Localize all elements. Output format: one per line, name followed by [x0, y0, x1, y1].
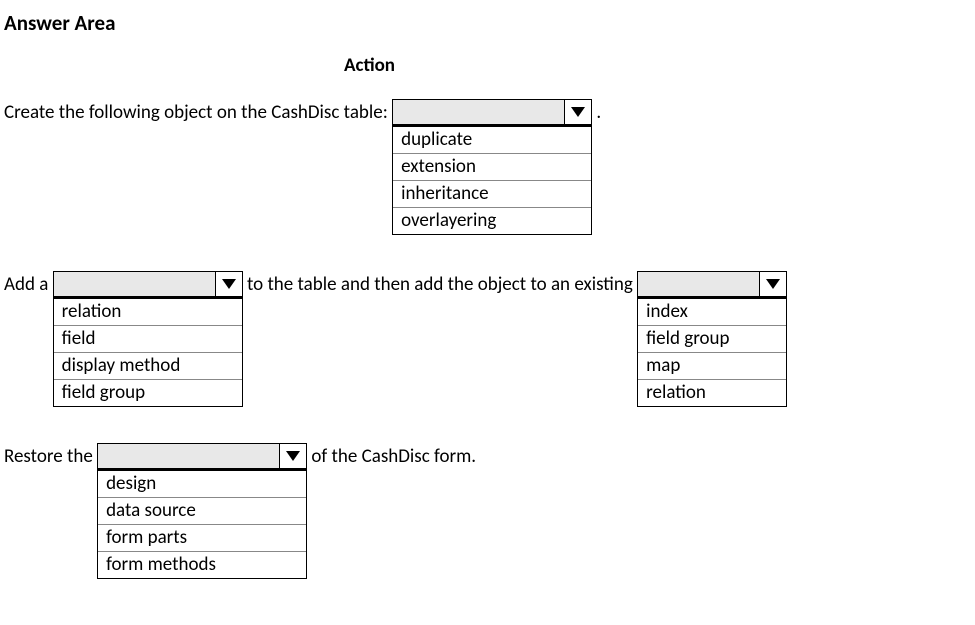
dropdown-option[interactable]: field group — [54, 380, 242, 406]
dropdown-toggle-button[interactable] — [564, 100, 591, 124]
dropdown-header[interactable] — [53, 271, 243, 297]
dropdown-options-list: index field group map relation — [637, 297, 787, 407]
dropdown-options-list: relation field display method field grou… — [53, 297, 243, 407]
chevron-down-icon — [571, 107, 585, 117]
dropdown-header[interactable] — [97, 443, 307, 469]
dropdown-add-item[interactable]: relation field display method field grou… — [53, 271, 243, 407]
dropdown-header[interactable] — [392, 99, 592, 125]
dropdown-option[interactable]: display method — [54, 353, 242, 380]
dropdown-selected-value — [98, 444, 279, 468]
row1-text-before: Create the following object on the CashD… — [4, 99, 392, 127]
dropdown-option[interactable]: field group — [638, 326, 786, 353]
dropdown-options-list: duplicate extension inheritance overlaye… — [392, 125, 592, 235]
dropdown-option[interactable]: extension — [393, 154, 591, 181]
dropdown-option[interactable]: field — [54, 326, 242, 353]
question-row-3: Restore the design data source form part… — [4, 443, 971, 579]
row3-text-before: Restore the — [4, 443, 97, 471]
dropdown-option[interactable]: relation — [54, 299, 242, 326]
chevron-down-icon — [286, 451, 300, 461]
dropdown-option[interactable]: index — [638, 299, 786, 326]
dropdown-option[interactable]: data source — [98, 498, 306, 525]
dropdown-selected-value — [638, 272, 759, 296]
dropdown-option[interactable]: form methods — [98, 552, 306, 578]
dropdown-option[interactable]: relation — [638, 380, 786, 406]
row3-text-after: of the CashDisc form. — [307, 443, 476, 471]
dropdown-option[interactable]: form parts — [98, 525, 306, 552]
dropdown-selected-value — [54, 272, 215, 296]
dropdown-option[interactable]: duplicate — [393, 127, 591, 154]
dropdown-option[interactable]: inheritance — [393, 181, 591, 208]
dropdown-object-type[interactable]: duplicate extension inheritance overlaye… — [392, 99, 592, 235]
dropdown-option[interactable]: design — [98, 471, 306, 498]
row1-text-after: . — [592, 99, 601, 127]
dropdown-existing-target[interactable]: index field group map relation — [637, 271, 787, 407]
question-row-2: Add a relation field display method fiel… — [4, 271, 971, 407]
dropdown-toggle-button[interactable] — [215, 272, 242, 296]
row2-text-mid: to the table and then add the object to … — [243, 271, 637, 299]
chevron-down-icon — [222, 279, 236, 289]
question-row-1: Create the following object on the CashD… — [4, 99, 971, 235]
chevron-down-icon — [766, 279, 780, 289]
dropdown-header[interactable] — [637, 271, 787, 297]
row2-text-before: Add a — [4, 271, 53, 299]
action-column-header: Action — [344, 54, 971, 77]
dropdown-toggle-button[interactable] — [279, 444, 306, 468]
dropdown-toggle-button[interactable] — [759, 272, 786, 296]
dropdown-selected-value — [393, 100, 564, 124]
dropdown-option[interactable]: map — [638, 353, 786, 380]
dropdown-options-list: design data source form parts form metho… — [97, 469, 307, 579]
dropdown-option[interactable]: overlayering — [393, 208, 591, 234]
page-title: Answer Area — [4, 10, 971, 36]
dropdown-restore-target[interactable]: design data source form parts form metho… — [97, 443, 307, 579]
